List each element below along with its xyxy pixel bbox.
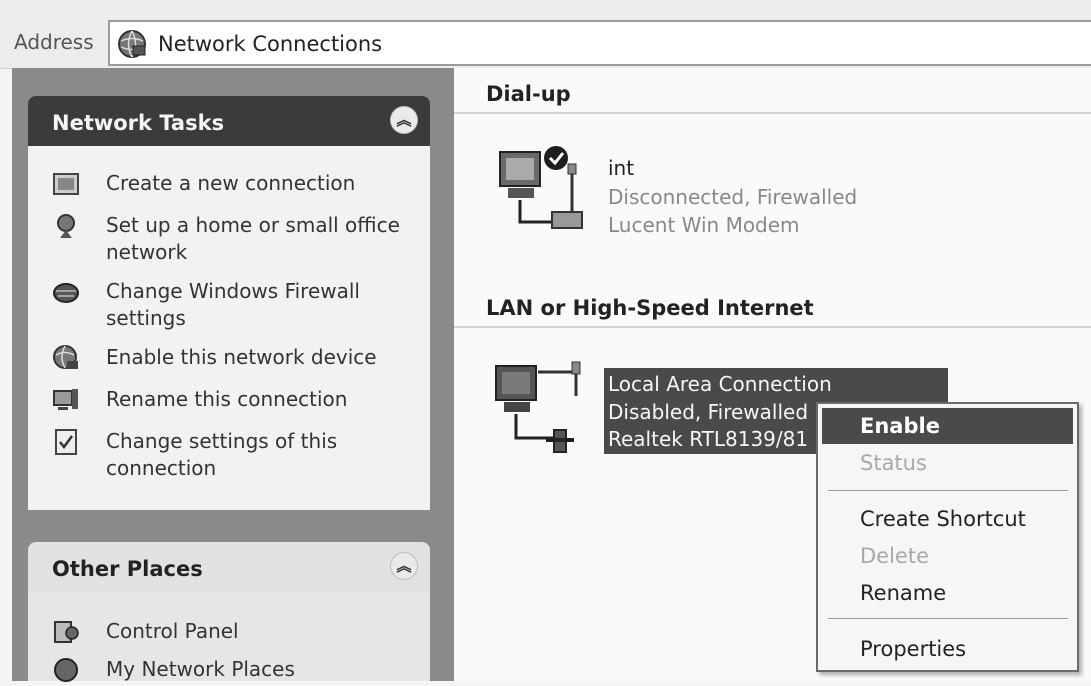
task-label: Enable this network device [106, 345, 377, 369]
home-network-icon [57, 214, 75, 238]
connection-device: Lucent Win Modem [608, 213, 800, 237]
connection-device: Realtek RTL8139/81 [608, 427, 809, 451]
context-menu: Enable Status Create Shortcut Delete Ren… [816, 402, 1079, 672]
network-tasks-header[interactable]: Network Tasks ︽ [28, 96, 430, 146]
settings-icon [55, 429, 77, 455]
task-pane: Network Tasks ︽ Create a new connection … [12, 68, 454, 682]
task-label: Rename this connection [106, 387, 348, 411]
collapse-network-tasks-button[interactable]: ︽ [390, 106, 418, 134]
address-bar: Address Network Connections [0, 0, 1091, 69]
rename-icon [53, 389, 78, 410]
address-value: Network Connections [158, 32, 383, 56]
menu-item-rename[interactable]: Rename [822, 575, 1073, 611]
group-header-dialup: Dial-up [454, 72, 1091, 114]
task-firewall-settings[interactable]: Change Windows Firewall settings [52, 278, 412, 334]
address-label: Address [14, 30, 94, 54]
menu-item-delete[interactable]: Delete [822, 538, 1073, 574]
task-label: Create a new connection [106, 171, 356, 195]
collapse-other-places-button[interactable]: ︽ [390, 552, 418, 580]
network-places-icon [54, 658, 78, 682]
connection-status: Disabled, Firewalled [608, 400, 809, 424]
place-control-panel[interactable]: Control Panel [52, 618, 412, 648]
lan-connection-icon [495, 361, 581, 453]
chevron-up-icon: ︽ [396, 557, 412, 575]
group-title: LAN or High-Speed Internet [486, 296, 814, 320]
dialup-connection-icon [499, 146, 583, 229]
task-label: Change Windows Firewall settings [106, 279, 360, 330]
task-home-network[interactable]: Set up a home or small office network [52, 212, 412, 268]
other-places-body: Control Panel My Network Places [28, 592, 430, 682]
task-enable-device[interactable]: Enable this network device [52, 344, 412, 374]
firewall-icon [53, 283, 79, 303]
menu-separator [828, 618, 1068, 619]
other-places-header[interactable]: Other Places ︽ [28, 542, 430, 592]
connection-name: Local Area Connection [608, 372, 832, 396]
network-tasks-body: Create a new connection Set up a home or… [28, 146, 430, 510]
chevron-up-icon: ︽ [396, 111, 412, 129]
menu-item-create-shortcut[interactable]: Create Shortcut [822, 501, 1073, 537]
task-change-settings[interactable]: Change settings of this connection [52, 428, 412, 484]
network-tasks-title: Network Tasks [52, 111, 225, 135]
menu-item-enable[interactable]: Enable [822, 408, 1073, 444]
place-label: Control Panel [106, 619, 239, 643]
menu-item-status[interactable]: Status [822, 445, 1073, 481]
place-my-network-places[interactable]: My Network Places [52, 656, 412, 686]
group-title: Dial-up [486, 82, 571, 106]
control-panel-icon [54, 621, 79, 643]
connection-status: Disconnected, Firewalled [608, 185, 858, 209]
task-rename-connection[interactable]: Rename this connection [52, 386, 412, 416]
other-places-title: Other Places [52, 557, 203, 581]
group-header-lan: LAN or High-Speed Internet [454, 286, 1091, 328]
task-create-connection[interactable]: Create a new connection [52, 170, 412, 200]
menu-item-properties[interactable]: Properties [822, 631, 1073, 667]
place-label: My Network Places [106, 657, 295, 681]
menu-separator [828, 490, 1068, 491]
task-label: Set up a home or small office network [106, 213, 400, 264]
address-field[interactable]: Network Connections [108, 20, 1091, 66]
task-label: Change settings of this connection [106, 429, 338, 480]
connection-name: int [608, 156, 635, 180]
enable-device-icon [53, 345, 78, 369]
new-connection-icon [53, 173, 79, 195]
network-globe-icon [118, 30, 146, 58]
